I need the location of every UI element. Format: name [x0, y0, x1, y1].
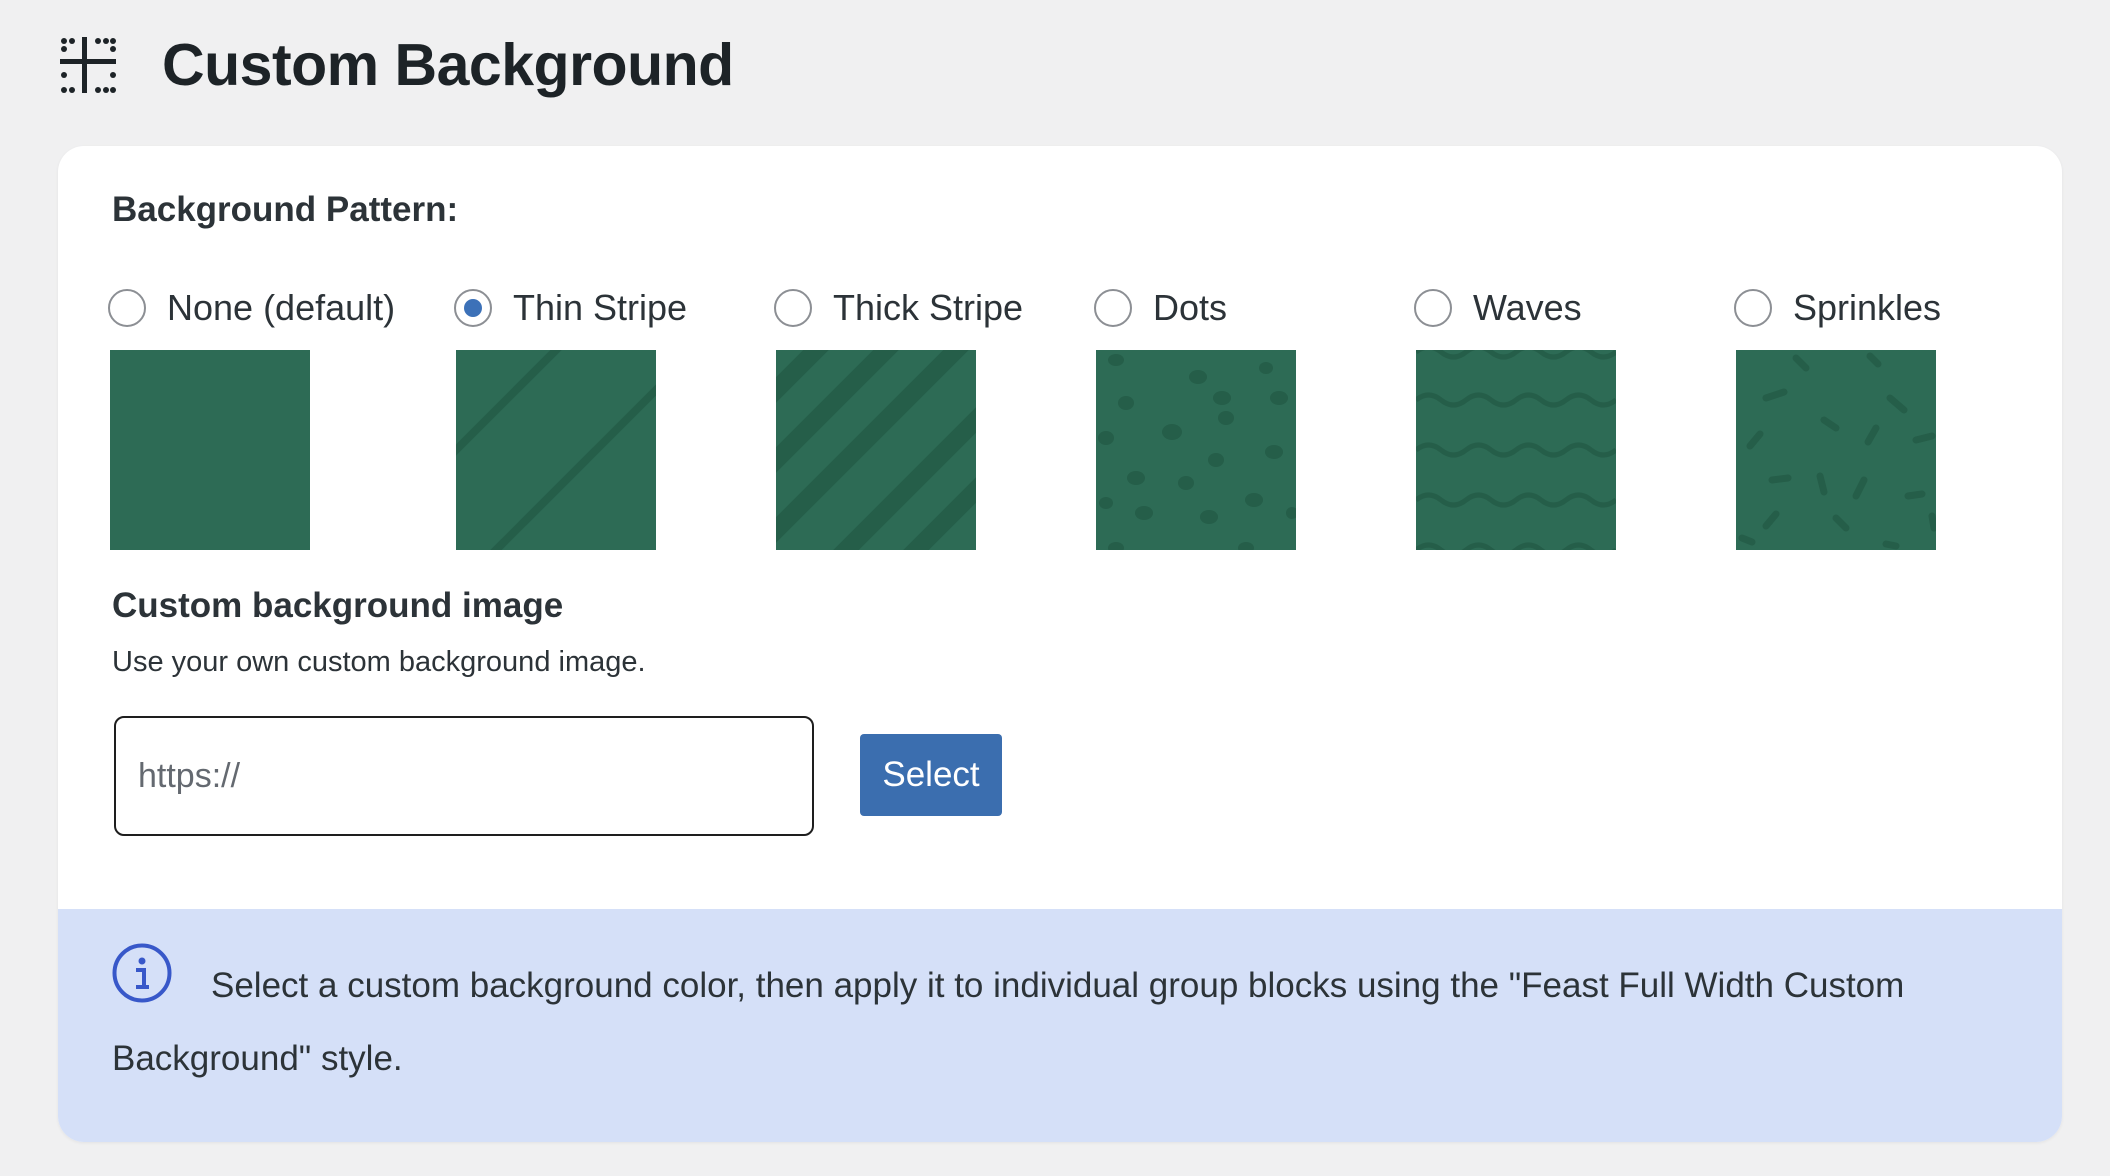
- radio-thin-stripe-row[interactable]: Thin Stripe: [454, 278, 754, 338]
- radio-label-none: None (default): [167, 287, 396, 328]
- select-image-button[interactable]: Select: [860, 734, 1002, 816]
- notice-text: Select a custom background color, then a…: [112, 966, 1905, 1078]
- radio-label-thin-stripe: Thin Stripe: [513, 287, 688, 328]
- radio-label-waves: Waves: [1473, 287, 1582, 328]
- radio-waves-row[interactable]: Waves: [1414, 278, 1714, 338]
- radio-dots-row[interactable]: Dots: [1094, 278, 1394, 338]
- page-title: Custom Background: [162, 32, 734, 98]
- background-url-input[interactable]: [114, 716, 814, 836]
- page-header: Custom Background: [60, 30, 734, 100]
- radio-label-dots: Dots: [1153, 287, 1228, 328]
- radio-thick-stripe[interactable]: [774, 289, 812, 327]
- pattern-option-dots: Dots: [1094, 278, 1394, 550]
- background-pattern-label: Background Pattern:: [112, 190, 459, 229]
- radio-sprinkles[interactable]: [1734, 289, 1772, 327]
- custom-background-title: Custom background image: [112, 586, 564, 625]
- radio-none[interactable]: [108, 289, 146, 327]
- radio-label-sprinkles: Sprinkles: [1793, 287, 1942, 328]
- pattern-option-none: None (default): [108, 278, 408, 550]
- radio-none-row[interactable]: None (default): [108, 278, 408, 338]
- swatch-sprinkles[interactable]: [1736, 350, 1936, 550]
- radio-sprinkles-row[interactable]: Sprinkles: [1734, 278, 2034, 338]
- settings-card: Background Pattern: None (default) Thin …: [58, 146, 2062, 1142]
- radio-thin-stripe[interactable]: [454, 289, 492, 327]
- pattern-option-sprinkles: Sprinkles: [1734, 278, 2034, 550]
- pattern-option-thin-stripe: Thin Stripe: [454, 278, 754, 550]
- swatch-none[interactable]: [110, 350, 310, 550]
- swatch-thin-stripe[interactable]: [456, 350, 656, 550]
- radio-dots[interactable]: [1094, 289, 1132, 327]
- grid-layout-icon: [60, 37, 116, 93]
- swatch-dots[interactable]: [1096, 350, 1296, 550]
- radio-waves[interactable]: [1414, 289, 1452, 327]
- swatch-waves[interactable]: [1416, 350, 1616, 550]
- custom-background-description: Use your own custom background image.: [112, 646, 646, 678]
- pattern-option-thick-stripe: Thick Stripe: [774, 278, 1074, 550]
- swatch-thick-stripe[interactable]: [776, 350, 976, 550]
- pattern-option-waves: Waves: [1414, 278, 1714, 550]
- radio-label-thick-stripe: Thick Stripe: [833, 287, 1024, 328]
- radio-thick-stripe-row[interactable]: Thick Stripe: [774, 278, 1074, 338]
- info-notice: Select a custom background color, then a…: [58, 909, 2062, 1142]
